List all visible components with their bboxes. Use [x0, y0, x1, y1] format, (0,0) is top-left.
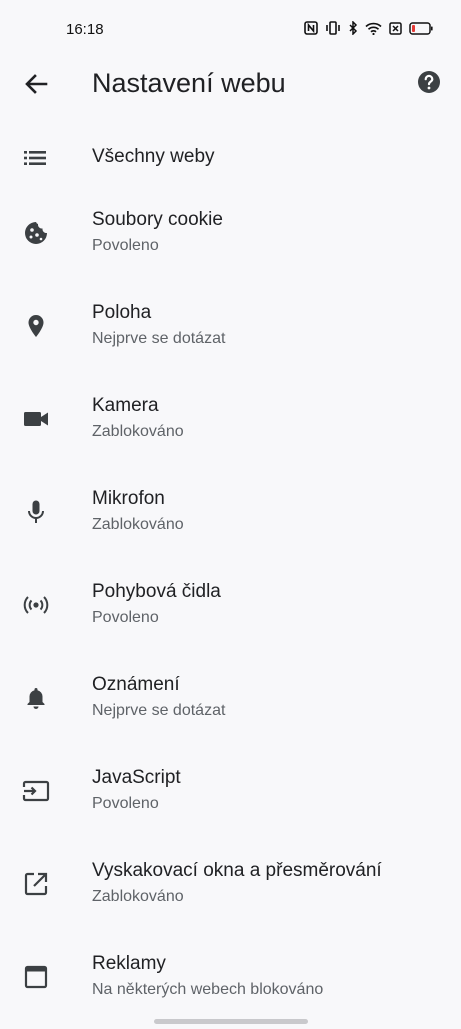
- battery-icon: [409, 21, 433, 35]
- open-in-new-icon: [22, 870, 50, 898]
- setting-status: Zablokováno: [92, 516, 184, 533]
- back-button[interactable]: [22, 70, 50, 98]
- setting-item-cookies[interactable]: Soubory cookie Povoleno: [0, 192, 461, 285]
- setting-title: Pohybová čidla: [92, 581, 221, 602]
- setting-title: Reklamy: [92, 953, 166, 974]
- cookie-icon: [22, 219, 50, 247]
- setting-status: Zablokováno: [92, 888, 184, 905]
- setting-item-popups[interactable]: Vyskakovací okna a přesměrování Zablokov…: [0, 843, 461, 936]
- location-pin-icon: [22, 312, 50, 340]
- sensors-icon: [22, 591, 50, 619]
- setting-item-javascript[interactable]: JavaScript Povoleno: [0, 750, 461, 843]
- setting-title: Kamera: [92, 395, 159, 416]
- help-icon: [418, 71, 440, 93]
- setting-title: Mikrofon: [92, 488, 165, 509]
- window-icon: [22, 963, 50, 991]
- home-indicator[interactable]: [154, 1019, 308, 1024]
- setting-title: Oznámení: [92, 674, 180, 695]
- videocam-icon: [22, 405, 50, 433]
- setting-item-location[interactable]: Poloha Nejprve se dotázat: [0, 285, 461, 378]
- wifi-icon: [365, 22, 382, 35]
- setting-title: Vyskakovací okna a přesměrování: [92, 860, 382, 881]
- setting-item-motion-sensors[interactable]: Pohybová čidla Povoleno: [0, 564, 461, 657]
- page-title: Nastavení webu: [92, 68, 286, 98]
- setting-item-ads[interactable]: Reklamy Na některých webech blokováno: [0, 936, 461, 1029]
- help-button[interactable]: [417, 70, 441, 94]
- setting-status: Na některých webech blokováno: [92, 981, 324, 998]
- setting-status: Povoleno: [92, 237, 159, 254]
- status-icons: [304, 21, 433, 35]
- setting-title: Poloha: [92, 302, 152, 323]
- arrow-back-icon: [25, 74, 48, 94]
- list-icon: [22, 144, 50, 172]
- setting-item-microphone[interactable]: Mikrofon Zablokováno: [0, 471, 461, 564]
- all-sites-item[interactable]: Všechny weby: [0, 126, 461, 182]
- bell-icon: [22, 684, 50, 712]
- app-bar: Nastavení webu: [0, 60, 461, 106]
- setting-status: Zablokováno: [92, 423, 184, 440]
- bluetooth-icon: [348, 21, 358, 35]
- all-sites-label: Všechny weby: [92, 146, 215, 167]
- setting-status: Povoleno: [92, 795, 159, 812]
- microphone-icon: [22, 498, 50, 526]
- setting-title: Soubory cookie: [92, 209, 223, 230]
- setting-item-notifications[interactable]: Oznámení Nejprve se dotázat: [0, 657, 461, 750]
- nfc-icon: [304, 21, 318, 35]
- vibrate-icon: [325, 21, 341, 35]
- setting-status: Nejprve se dotázat: [92, 330, 226, 347]
- status-time: 16:18: [66, 21, 104, 38]
- setting-item-camera[interactable]: Kamera Zablokováno: [0, 378, 461, 471]
- no-sim-icon: [389, 21, 402, 35]
- setting-title: JavaScript: [92, 767, 181, 788]
- setting-status: Povoleno: [92, 609, 159, 626]
- setting-status: Nejprve se dotázat: [92, 702, 226, 719]
- status-bar: 16:18: [0, 0, 461, 60]
- input-icon: [22, 777, 50, 805]
